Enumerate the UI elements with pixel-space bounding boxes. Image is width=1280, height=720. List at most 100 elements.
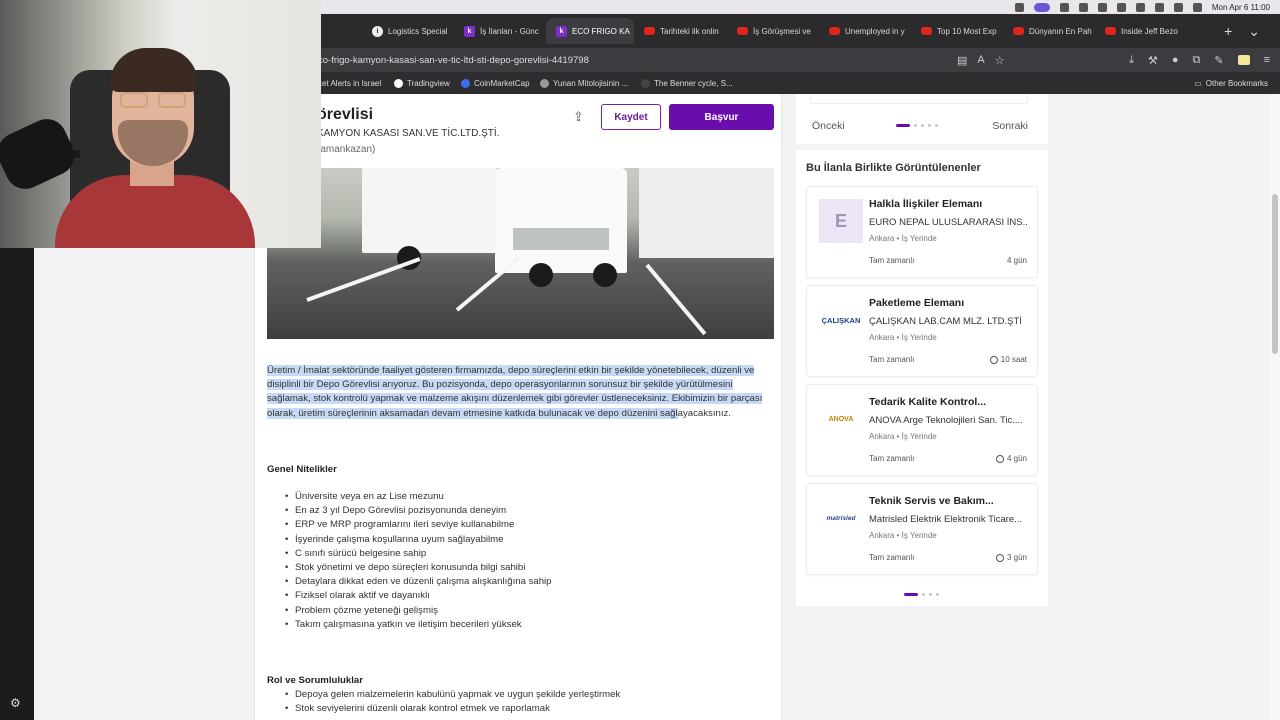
company-logo: ÇALIŞKAN <box>821 315 861 325</box>
folder-icon: ▭ <box>1194 78 1202 88</box>
browser-tab[interactable]: Inside Jeff Bezo <box>1095 18 1185 44</box>
reader-mode-icon[interactable]: ▤ <box>957 54 967 67</box>
youtube-icon <box>921 27 932 35</box>
microphone-shape <box>0 112 81 196</box>
road-marking <box>645 263 707 336</box>
pen-icon[interactable]: ✎ <box>1214 54 1223 67</box>
wrench-icon[interactable]: ⚒ <box>1148 54 1158 67</box>
right-sidebar: Önceki Sonraki Bu İlanla Birlikte Görünt… <box>796 94 1048 720</box>
status-icon[interactable] <box>1078 2 1088 12</box>
status-icon[interactable] <box>1097 2 1107 12</box>
card-posted-age: 10 saat <box>989 355 1027 364</box>
tab-label: Inside Jeff Bezo <box>1121 26 1178 36</box>
list-item: En az 3 yıl Depo Görevlisi pozisyonunda … <box>285 504 552 518</box>
search-icon[interactable] <box>1173 2 1183 12</box>
menu-icon[interactable]: ≡ <box>1264 54 1270 66</box>
next-button[interactable]: Sonraki <box>992 120 1028 132</box>
list-item: Fiziksel olarak aktif ve dayanıklı <box>285 589 552 603</box>
card-location: Ankara • İş Yerinde <box>869 531 937 540</box>
carousel-dot[interactable] <box>929 593 932 596</box>
related-job-card[interactable]: ÇALIŞKAN Paketleme Elemanı ÇALIŞKAN LAB.… <box>806 285 1038 377</box>
card-company: Matrisled Elektrik Elektronik Ticare... <box>869 514 1023 525</box>
card-posted-age: 3 gün <box>995 553 1027 562</box>
other-bookmarks[interactable]: ▭ Other Bookmarks <box>1194 79 1268 88</box>
card-job-title[interactable]: Paketleme Elemanı <box>869 297 964 309</box>
carousel-dot[interactable] <box>935 124 938 127</box>
company-name[interactable]: KAMYON KASASI SAN.VE TİC.LTD.ŞTİ. <box>317 128 499 139</box>
card-employment-type: Tam zamanlı <box>869 454 915 463</box>
url-text[interactable]: co-frigo-kamyon-kasasi-san-ve-tic-ltd-st… <box>318 55 589 66</box>
new-tab-icon[interactable]: + <box>1224 23 1232 40</box>
card-job-title[interactable]: Halkla İlişkiler Elemanı <box>869 198 982 210</box>
browser-tab[interactable]: i Logistics Special <box>362 18 454 44</box>
carousel-dot[interactable] <box>914 124 917 127</box>
browser-tab-active[interactable]: k ECO FRIGO KA ✕ <box>546 18 634 44</box>
carousel-dot[interactable] <box>928 124 931 127</box>
list-item: ERP ve MRP programlarını ileri seviye ku… <box>285 518 552 532</box>
status-pill-icon[interactable] <box>1033 2 1050 12</box>
bookmark-item[interactable]: The Benner cycle, S... <box>641 78 733 88</box>
profile-avatar-icon[interactable] <box>1237 55 1250 65</box>
list-item: Depoya gelen malzemelerin kabulünü yapma… <box>285 688 620 702</box>
toolbar-icons: ⤓ ⚒ ● ⧉ ✎ ≡ <box>1129 54 1270 67</box>
gear-icon[interactable]: ⚙ <box>10 696 21 710</box>
tab-list-chevron-icon[interactable]: ⌄ <box>1248 23 1260 40</box>
qualifications-list: Üniversite veya en az Lise mezunu En az … <box>285 490 552 632</box>
info-icon: i <box>372 25 383 37</box>
scrollbar-thumb[interactable] <box>1272 194 1278 354</box>
status-icon[interactable] <box>1116 2 1126 12</box>
clock-text[interactable]: Mon Apr 6 11:00 <box>1212 3 1270 12</box>
control-center-icon[interactable] <box>1192 2 1202 12</box>
globe-icon <box>540 78 549 88</box>
list-item: Problem çözme yeteneği gelişmiş <box>285 604 552 618</box>
save-button[interactable]: Kaydet <box>601 104 661 130</box>
bookmark-item[interactable]: Yunan Mitolojisinin ... <box>540 78 628 88</box>
tab-label: İş Görüşmesi ve <box>753 26 811 36</box>
card-company: ANOVA Arge Teknolojileri San. Tic.... <box>869 415 1023 426</box>
share-icon[interactable]: ⇪ <box>573 109 584 125</box>
bookmark-item[interactable]: CoinMarketCap <box>461 78 530 88</box>
browser-tab[interactable]: k İş İlanları - Günc <box>454 18 546 44</box>
card-job-title[interactable]: Tedarik Kalite Kontrol... <box>869 396 986 408</box>
browser-tab[interactable]: İş Görüşmesi ve <box>727 18 819 44</box>
list-item: İşyerinde çalışma koşullarına uyum sağla… <box>285 533 552 547</box>
card-job-title[interactable]: Teknik Servis ve Bakım... <box>869 495 994 507</box>
status-icon[interactable] <box>1014 2 1024 12</box>
clock-icon <box>989 355 998 364</box>
carousel-dot[interactable] <box>921 124 924 127</box>
related-job-card[interactable]: E Halkla İlişkiler Elemanı EURO NEPAL UL… <box>806 186 1038 278</box>
job-description: Üretim / İmalat sektöründe faaliyet göst… <box>267 364 777 421</box>
job-detail-panel: örevlisi KAMYON KASASI SAN.VE TİC.LTD.ŞT… <box>254 94 782 720</box>
related-job-card[interactable]: matrisled Teknik Servis ve Bakım... Matr… <box>806 483 1038 575</box>
apply-button[interactable]: Başvur <box>669 104 774 130</box>
bookmark-item[interactable]: Tradingview <box>394 78 450 88</box>
webcam-overlay <box>0 0 321 248</box>
carousel-dot[interactable] <box>922 593 925 596</box>
browser-tab[interactable]: Unemployed in y <box>819 18 911 44</box>
clock-icon <box>995 454 1004 463</box>
carousel-dot[interactable] <box>936 593 939 596</box>
bookmark-star-icon[interactable]: ☆ <box>995 54 1005 67</box>
clock-icon <box>995 553 1004 562</box>
bookmark-item[interactable]: ket Alerts in Israel <box>318 79 381 88</box>
extension-b-icon[interactable]: ● <box>1172 54 1179 66</box>
tab-label: İş İlanları - Günc <box>480 26 539 36</box>
browser-tab[interactable]: Dünyanın En Pah <box>1003 18 1095 44</box>
related-job-card[interactable]: ANOVA Tedarik Kalite Kontrol... ANOVA Ar… <box>806 384 1038 476</box>
wifi-icon[interactable] <box>1135 2 1145 12</box>
job-hero-image <box>267 168 774 339</box>
carousel-dot-active[interactable] <box>904 593 918 596</box>
card-employment-type: Tam zamanlı <box>869 355 915 364</box>
extensions-icon[interactable]: ⧉ <box>1193 54 1201 67</box>
browser-tab[interactable]: Top 10 Most Exp <box>911 18 1003 44</box>
carousel-dot-active[interactable] <box>896 124 910 127</box>
download-icon[interactable]: ⤓ <box>1129 54 1134 67</box>
battery-icon[interactable] <box>1154 2 1164 12</box>
translate-icon[interactable]: A <box>977 54 984 67</box>
browser-tab[interactable]: Tarihteki ilk onlin <box>634 18 727 44</box>
status-icon[interactable] <box>1059 2 1069 12</box>
page-scrollbar[interactable] <box>1270 94 1280 720</box>
roles-list: Depoya gelen malzemelerin kabulünü yapma… <box>285 688 620 717</box>
hair-shape <box>110 48 198 92</box>
previous-button[interactable]: Önceki <box>812 120 845 132</box>
